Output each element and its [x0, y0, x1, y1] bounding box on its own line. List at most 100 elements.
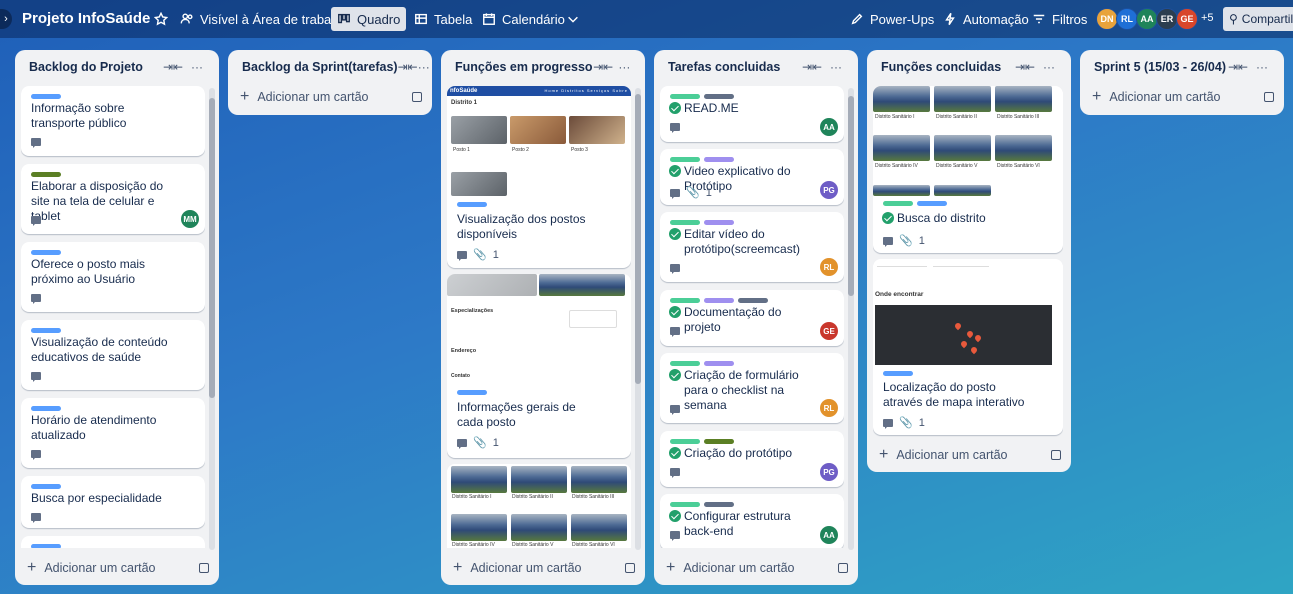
card[interactable]: Informação sobre transporte público	[21, 86, 205, 156]
template-icon[interactable]	[625, 563, 635, 573]
card[interactable]: Elaborar a disposição do site na tela de…	[21, 164, 205, 234]
list-title[interactable]: Funções em progresso	[455, 60, 593, 74]
avatar[interactable]: AA	[820, 118, 838, 136]
card[interactable]: Video explicativo do Protótipo 📎 1 PG	[660, 149, 844, 205]
list-title[interactable]: Backlog do Projeto	[29, 60, 161, 74]
collapse-icon[interactable]: ⇥⇤	[800, 60, 824, 74]
complete-check-icon[interactable]	[882, 212, 894, 224]
avatar[interactable]: AA	[820, 526, 838, 544]
avatar[interactable]: MM	[181, 210, 199, 228]
template-icon[interactable]	[412, 92, 422, 102]
view-calendar-tab[interactable]: Calendário	[476, 7, 571, 31]
view-board-tab[interactable]: Quadro	[331, 7, 407, 31]
cover-photo	[447, 274, 537, 296]
more-icon[interactable]: ···	[1037, 60, 1061, 74]
automation-button[interactable]: Automação	[937, 7, 1035, 31]
avatar[interactable]: AA	[1136, 8, 1158, 30]
add-card-button[interactable]: + Adicionar um cartão	[453, 556, 635, 580]
more-icon[interactable]: ···	[418, 60, 430, 74]
map-image	[875, 305, 1052, 365]
collapse-icon[interactable]: ⇥⇤	[161, 60, 185, 74]
star-button[interactable]	[148, 7, 174, 31]
avatar[interactable]: ER	[1156, 8, 1178, 30]
card[interactable]: nfoSaúde Home Distritos Serviços Sobre D…	[447, 86, 631, 268]
add-card-button[interactable]: + Adicionar um cartão	[27, 556, 209, 580]
template-icon[interactable]	[838, 563, 848, 573]
more-icon[interactable]: ···	[614, 60, 635, 74]
table-icon	[415, 13, 427, 25]
card[interactable]: Editar vídeo do protótipo(screemcast) RL	[660, 212, 844, 282]
avatar[interactable]: RL	[1116, 8, 1138, 30]
power-ups-label: Power-Ups	[870, 11, 935, 27]
template-icon[interactable]	[1264, 92, 1274, 102]
card[interactable]: Oferece o posto mais próximo ao Usuário	[21, 242, 205, 312]
more-icon[interactable]: ···	[185, 60, 209, 74]
avatar[interactable]: GE	[1176, 8, 1198, 30]
avatar[interactable]: PG	[820, 181, 838, 199]
description-icon	[670, 405, 680, 415]
cover-caption: Distrito Sanitário VI	[997, 163, 1040, 169]
scrollbar[interactable]	[848, 88, 854, 550]
power-ups-button[interactable]: Power-Ups	[844, 7, 940, 31]
template-icon[interactable]	[199, 563, 209, 573]
more-views-button[interactable]	[560, 7, 586, 31]
card[interactable]: Distrito Sanitário I Distrito Sanitário …	[873, 86, 1063, 253]
list-title[interactable]: Sprint 5 (15/03 - 26/04)	[1094, 60, 1226, 74]
complete-check-icon[interactable]	[669, 510, 681, 522]
add-card-button[interactable]: + Adicionar um cartão	[1092, 85, 1274, 109]
sidebar-expand-button[interactable]: ›	[0, 9, 12, 29]
avatar[interactable]: PG	[820, 463, 838, 481]
complete-check-icon[interactable]	[669, 228, 681, 240]
template-icon[interactable]	[1051, 450, 1061, 460]
scrollbar[interactable]	[209, 88, 215, 550]
card[interactable]	[21, 536, 205, 548]
complete-check-icon[interactable]	[669, 165, 681, 177]
add-card-label: Adicionar um cartão	[470, 561, 582, 575]
board-title[interactable]: Projeto InfoSaúde	[22, 10, 150, 27]
more-members-count[interactable]: +5	[1201, 12, 1214, 24]
avatar[interactable]: RL	[820, 258, 838, 276]
collapse-icon[interactable]: ⇥⇤	[1013, 60, 1037, 74]
board-header: › Projeto InfoSaúde Visível à Área de tr…	[0, 0, 1293, 38]
avatar[interactable]: GE	[820, 322, 838, 340]
card[interactable]: Criação de formulário para o checklist n…	[660, 353, 844, 423]
attachment-count: 1	[705, 186, 712, 199]
cover-heading: Endereço	[451, 348, 477, 354]
more-icon[interactable]: ···	[824, 60, 848, 74]
complete-check-icon[interactable]	[669, 102, 681, 114]
complete-check-icon[interactable]	[669, 306, 681, 318]
add-card-button[interactable]: + Adicionar um cartão	[240, 85, 422, 109]
more-icon[interactable]: ···	[1250, 60, 1274, 74]
add-card-button[interactable]: + Adicionar um cartão	[879, 443, 1061, 467]
list-title[interactable]: Funções concluidas	[881, 60, 1013, 74]
view-table-tab[interactable]: Tabela	[408, 7, 478, 31]
collapse-icon[interactable]: ⇥⇤	[398, 60, 418, 74]
visibility-button[interactable]: Visível à Área de trabalho	[174, 7, 355, 31]
card[interactable]: Busca por especialidade	[21, 476, 205, 528]
card[interactable]: Especializações Endereço Contato Informa…	[447, 274, 631, 458]
collapse-icon[interactable]: ⇥⇤	[593, 60, 614, 74]
add-card-label: Adicionar um cartão	[1109, 90, 1221, 104]
description-icon	[670, 123, 680, 133]
collapse-icon[interactable]: ⇥⇤	[1226, 60, 1250, 74]
avatar[interactable]: RL	[820, 399, 838, 417]
card[interactable]: READ.ME AA	[660, 86, 844, 142]
list-title[interactable]: Tarefas concluidas	[668, 60, 800, 74]
card[interactable]: Visualização de conteúdo educativos de s…	[21, 320, 205, 390]
list-title[interactable]: Backlog da Sprint(tarefas)	[242, 60, 398, 74]
card-title: Horário de atendimento atualizado	[31, 413, 157, 442]
scrollbar[interactable]	[635, 88, 641, 550]
card[interactable]: Criação do protótipo PG	[660, 431, 844, 487]
card[interactable]: Onde encontrar Localização do posto atra…	[873, 259, 1063, 435]
add-card-button[interactable]: + Adicionar um cartão	[666, 556, 848, 580]
avatar[interactable]: DN	[1096, 8, 1118, 30]
card[interactable]: Distrito Sanitário I Distrito Sanitário …	[447, 464, 631, 548]
complete-check-icon[interactable]	[669, 369, 681, 381]
card[interactable]: Documentação do projeto GE	[660, 290, 844, 346]
cover-caption: Distrito Sanitário II	[936, 114, 977, 120]
card[interactable]: Horário de atendimento atualizado	[21, 398, 205, 468]
card[interactable]: Configurar estrutura back-end AA	[660, 494, 844, 548]
filters-button[interactable]: Filtros	[1026, 7, 1093, 31]
share-button[interactable]: ⚲ Compartilhar	[1223, 7, 1293, 31]
complete-check-icon[interactable]	[669, 447, 681, 459]
